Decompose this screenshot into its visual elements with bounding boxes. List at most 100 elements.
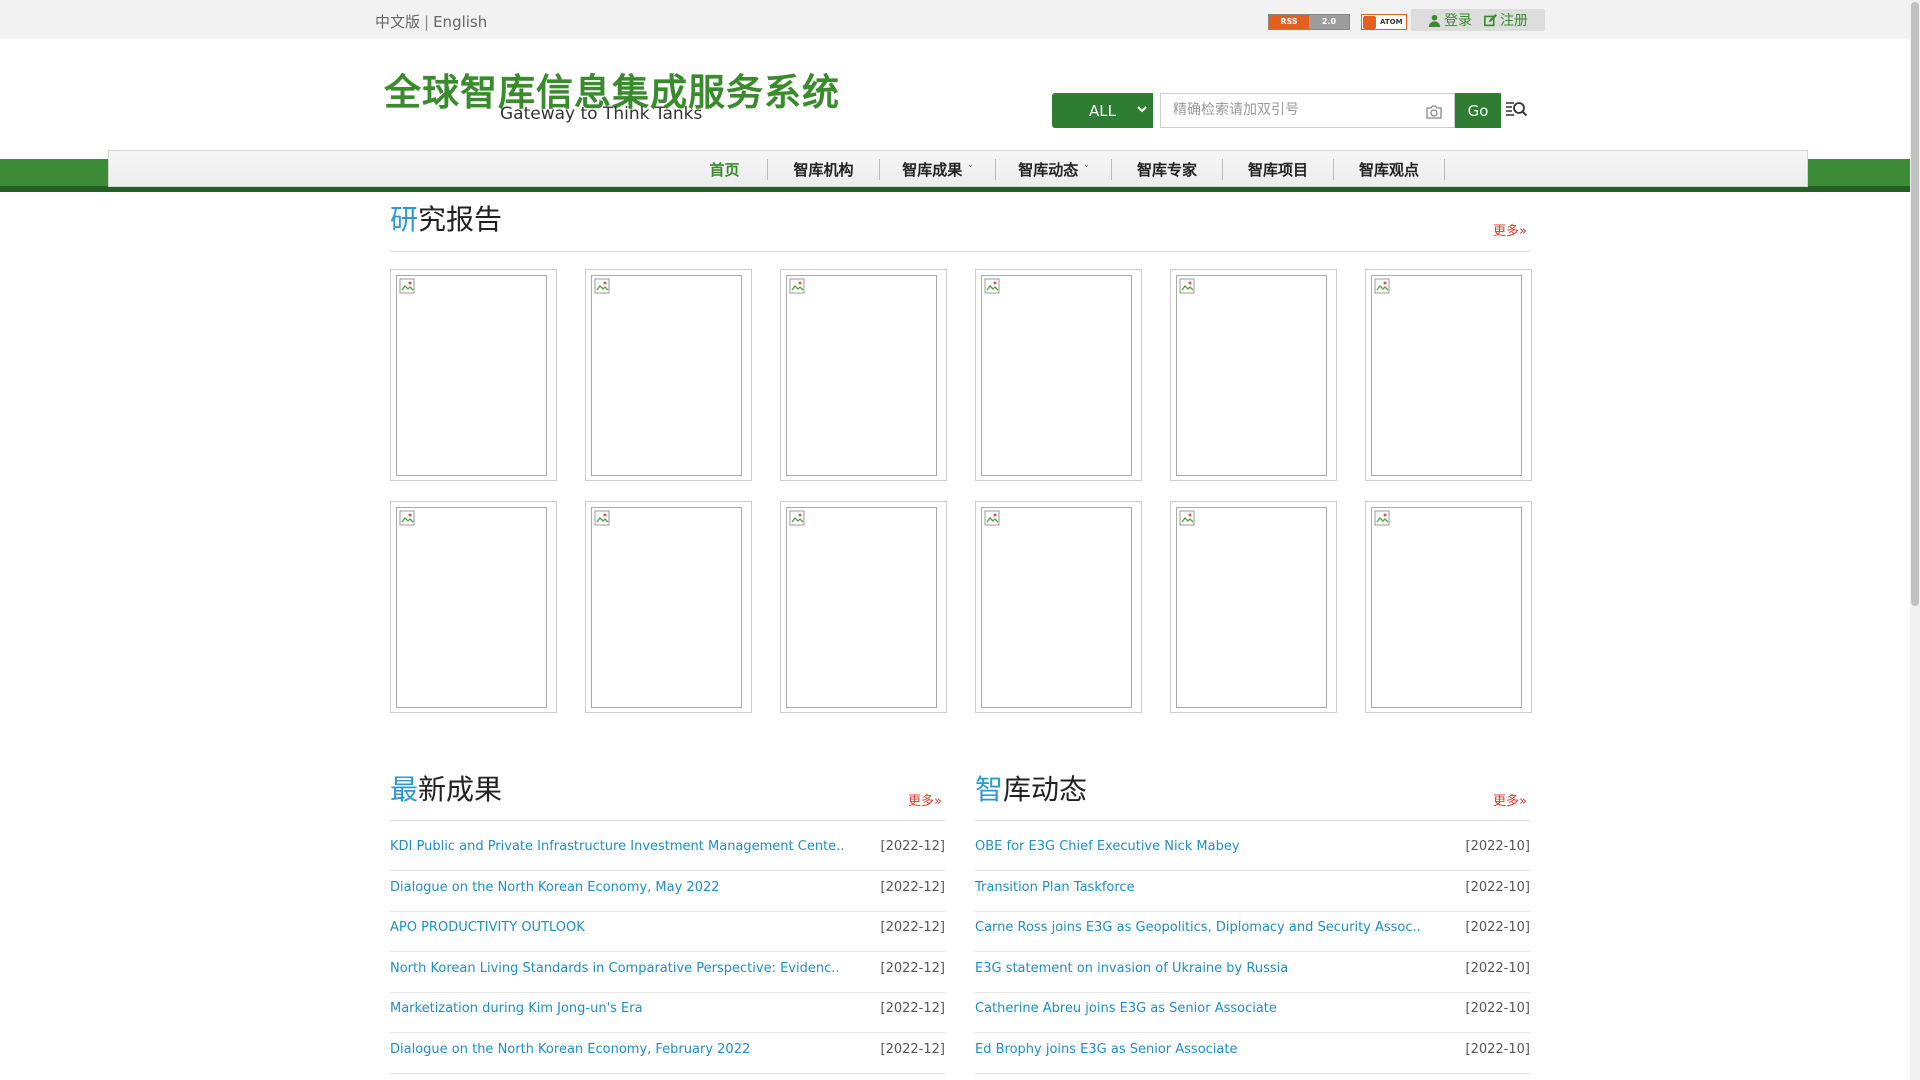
broken-image-icon	[984, 278, 1000, 294]
report-cover-image[interactable]	[786, 275, 937, 476]
list-item-title-link[interactable]: North Korean Living Standards in Compara…	[390, 961, 840, 976]
list-item-title-link[interactable]: OBE for E3G Chief Executive Nick Mabey	[975, 839, 1240, 854]
list-item-date: [2022-10]	[1465, 1042, 1530, 1057]
report-thumbnail[interactable]	[585, 501, 752, 713]
nav-item-experts[interactable]: 智库专家	[1112, 159, 1223, 180]
list-item-title-link[interactable]: KDI Public and Private Infrastructure In…	[390, 839, 844, 854]
nav-item-home[interactable]: 首页	[682, 159, 768, 180]
report-thumbnail[interactable]	[1170, 501, 1337, 713]
latest-section-title: 最新成果	[390, 768, 502, 808]
report-thumbnail[interactable]	[1365, 501, 1532, 713]
nav-item-label: 智库成果	[902, 161, 963, 179]
report-thumbnail[interactable]	[975, 269, 1142, 481]
list-item: Catherine Abreu joins E3G as Senior Asso…	[975, 992, 1530, 1034]
register-link[interactable]: 注册	[1484, 10, 1528, 30]
scrollbar-thumb[interactable]	[1911, 2, 1919, 606]
login-label: 登录	[1444, 13, 1472, 29]
report-thumbnail[interactable]	[390, 501, 557, 713]
rss-badge-label: RSS	[1269, 15, 1309, 29]
report-cover-image[interactable]	[981, 275, 1132, 476]
rss-feed-badge[interactable]: RSS 2.0	[1268, 14, 1350, 30]
nav-item-label: 智库项目	[1247, 161, 1308, 179]
list-item: Ed Brophy joins E3G as Senior Associate […	[975, 1033, 1530, 1074]
broken-image-icon	[789, 278, 805, 294]
list-item-title-link[interactable]: Dialogue on the North Korean Economy, Fe…	[390, 1042, 750, 1057]
report-cover-image[interactable]	[1371, 507, 1522, 708]
chevron-down-icon: ˅	[1084, 164, 1089, 175]
nav-item-label: 智库专家	[1136, 161, 1197, 179]
report-thumbnail[interactable]	[585, 269, 752, 481]
report-cover-image[interactable]	[1176, 275, 1327, 476]
list-item: OBE for E3G Chief Executive Nick Mabey [2…	[975, 830, 1530, 871]
title-rest: 库动态	[1003, 773, 1088, 806]
user-box: 登录 注册	[1411, 9, 1545, 31]
list-item-title-link[interactable]: Dialogue on the North Korean Economy, Ma…	[390, 880, 720, 895]
chevron-down-icon	[1137, 106, 1147, 113]
main-navbar: 首页 智库机构 智库成果 ˅ 智库动态 ˅ 智库专家 智库项目 智库观点	[108, 150, 1808, 187]
list-item-title-link[interactable]: APO PRODUCTIVITY OUTLOOK	[390, 920, 585, 935]
reports-more-link[interactable]: 更多»	[1493, 220, 1527, 239]
list-item: Carne Ross joins E3G as Geopolitics, Dip…	[975, 911, 1530, 953]
report-cover-image[interactable]	[786, 507, 937, 708]
list-item-date: [2022-10]	[1465, 839, 1530, 854]
broken-image-icon	[789, 510, 805, 526]
search-scope-value: ALL	[1089, 101, 1116, 120]
nav-item-label: 智库观点	[1358, 161, 1419, 179]
lang-english-link[interactable]: English	[433, 13, 487, 31]
report-thumbnail[interactable]	[390, 269, 557, 481]
report-thumbnail[interactable]	[1365, 269, 1532, 481]
report-thumbnail[interactable]	[1170, 269, 1337, 481]
section-divider	[390, 820, 945, 821]
search-go-button[interactable]: Go	[1455, 93, 1501, 128]
nav-list: 首页 智库机构 智库成果 ˅ 智库动态 ˅ 智库专家 智库项目 智库观点	[682, 151, 1445, 188]
advanced-search-icon[interactable]	[1505, 100, 1527, 120]
list-item-title-link[interactable]: Ed Brophy joins E3G as Senior Associate	[975, 1042, 1237, 1057]
section-divider	[390, 251, 1530, 252]
list-item-date: [2022-12]	[880, 920, 945, 936]
register-label: 注册	[1500, 13, 1528, 29]
list-item-title-link[interactable]: Catherine Abreu joins E3G as Senior Asso…	[975, 1001, 1277, 1016]
report-cover-image[interactable]	[396, 507, 547, 708]
list-item-date: [2022-10]	[1465, 920, 1530, 936]
list-item-title-link[interactable]: Transition Plan Taskforce	[975, 880, 1135, 895]
list-item: North Korean Living Standards in Compara…	[390, 952, 945, 993]
report-cover-image[interactable]	[591, 507, 742, 708]
report-cover-image[interactable]	[1371, 275, 1522, 476]
nav-item-label: 智库机构	[793, 161, 854, 179]
login-link[interactable]: 登录	[1428, 10, 1472, 30]
list-item: APO PRODUCTIVITY OUTLOOK [2022-12]	[390, 911, 945, 953]
list-item-title-link[interactable]: E3G statement on invasion of Ukraine by …	[975, 961, 1288, 976]
page-scrollbar[interactable]	[1910, 0, 1920, 1080]
list-item: Marketization during Kim Jong-un's Era [2…	[390, 992, 945, 1034]
report-cover-image[interactable]	[591, 275, 742, 476]
nav-item-institutions[interactable]: 智库机构	[768, 159, 880, 180]
title-accent-char: 智	[975, 773, 1004, 806]
report-thumbnail[interactable]	[975, 501, 1142, 713]
list-item-date: [2022-12]	[880, 879, 945, 895]
atom-feed-badge[interactable]: ATOM	[1361, 14, 1407, 30]
nav-item-outputs[interactable]: 智库成果 ˅	[880, 159, 996, 180]
report-cover-image[interactable]	[981, 507, 1132, 708]
site-logo-english: Gateway to Think Tanks	[500, 104, 703, 124]
list-item-title-link[interactable]: Carne Ross joins E3G as Geopolitics, Dip…	[975, 920, 1421, 935]
broken-image-icon	[1374, 510, 1390, 526]
nav-item-projects[interactable]: 智库项目	[1223, 159, 1334, 180]
nav-item-dynamics[interactable]: 智库动态 ˅	[996, 159, 1112, 180]
report-cover-image[interactable]	[396, 275, 547, 476]
nav-item-viewpoints[interactable]: 智库观点	[1334, 159, 1445, 180]
camera-icon[interactable]	[1425, 104, 1443, 120]
list-item-title-link[interactable]: Marketization during Kim Jong-un's Era	[390, 1001, 643, 1016]
report-cover-image[interactable]	[1176, 507, 1327, 708]
language-switcher: 中文版 | English	[375, 11, 487, 32]
lang-chinese-link[interactable]: 中文版	[375, 13, 420, 31]
search-input[interactable]: 精确检索请加双引号	[1160, 93, 1455, 128]
report-thumbnail[interactable]	[780, 501, 947, 713]
broken-image-icon	[1179, 278, 1195, 294]
search-scope-select[interactable]: ALL	[1052, 93, 1153, 128]
feed-icon	[1363, 15, 1376, 29]
report-thumbnail[interactable]	[780, 269, 947, 481]
list-item: Dialogue on the North Korean Economy, Ma…	[390, 871, 945, 912]
reports-section-title: 研究报告	[390, 198, 502, 238]
latest-more-link[interactable]: 更多»	[908, 790, 942, 809]
dynamics-more-link[interactable]: 更多»	[1493, 790, 1527, 809]
